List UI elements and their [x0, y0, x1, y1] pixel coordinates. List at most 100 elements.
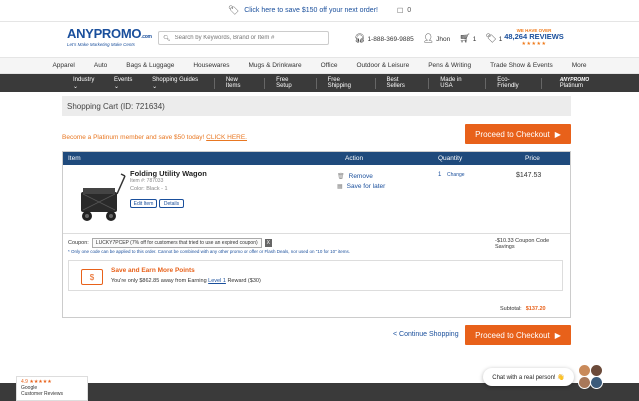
- logo-promo: PROMO: [93, 26, 142, 41]
- subtotal: Subtotal: $137.20: [500, 306, 546, 312]
- subtotal-value: $137.20: [525, 306, 546, 312]
- rewards-text: You're only $862.85 away from Earning Le…: [111, 278, 261, 284]
- product-item-number: Item #: 787033: [130, 178, 164, 184]
- product-image[interactable]: [73, 172, 127, 227]
- avatar: [590, 376, 603, 389]
- phone-link[interactable]: 🎧︎ 1-888-369-9885: [354, 33, 414, 44]
- nav-guides[interactable]: Shopping Guides ⌄: [145, 77, 210, 90]
- product-color: Color: Black - 1: [130, 186, 168, 192]
- cat-auto[interactable]: Auto: [84, 62, 116, 69]
- checkout-button-top[interactable]: Proceed to Checkout ▶: [465, 124, 571, 144]
- nav-divider: [485, 77, 487, 89]
- secondary-nav: Industry ⌄ Events ⌄ Shopping Guides ⌄ Ne…: [0, 74, 639, 92]
- coupon-savings: -$10.33 Coupon Code Savings: [495, 238, 550, 250]
- col-quantity: Quantity: [438, 155, 463, 162]
- account-link[interactable]: 👤︎ Jhon: [423, 33, 451, 44]
- category-nav: Apparel Auto Bags & Luggage Housewares M…: [0, 57, 639, 74]
- nav-eco[interactable]: Eco-Friendly: [490, 77, 536, 89]
- product-name[interactable]: Folding Utility Wagon: [130, 169, 207, 178]
- nav-industry[interactable]: Industry ⌄: [66, 77, 107, 90]
- chat-bubble[interactable]: Chat with a real person! 👋: [483, 368, 574, 386]
- header: ANYPROMO.com Let's Make Marketing Make C…: [0, 22, 639, 56]
- reviews-badge[interactable]: WE HAVE OVER 48,264 REVIEWS ★★★★★: [502, 28, 566, 50]
- cat-tradeshow[interactable]: Trade Show & Events: [481, 62, 563, 69]
- search-input[interactable]: [174, 35, 328, 41]
- trash-icon: 🗑︎: [337, 174, 345, 180]
- top-promo-link[interactable]: Click here to save $150 off your next or…: [244, 7, 378, 14]
- cat-outdoor[interactable]: Outdoor & Leisure: [347, 62, 419, 69]
- google-reviews-widget[interactable]: 4.9 ★★★★★ Google Customer Reviews: [16, 376, 88, 401]
- play-arrow-icon: ▶: [554, 330, 561, 340]
- chat-avatars[interactable]: [576, 364, 604, 390]
- tag-icon: 🏷: [227, 5, 240, 15]
- checkout-label: Proceed to Checkout: [475, 330, 550, 340]
- coupon-code: LUCKY7PCEP (7% off for customers that tr…: [91, 238, 262, 248]
- nav-divider: [428, 77, 430, 89]
- nav-new-items[interactable]: New Items: [219, 77, 260, 89]
- headset-icon: 🎧︎: [354, 33, 366, 43]
- search-box[interactable]: 🔍︎: [158, 31, 329, 45]
- nav-free-shipping[interactable]: Free Shipping: [321, 77, 371, 89]
- nav-divider: [540, 77, 542, 89]
- col-item: Item: [68, 155, 81, 162]
- cat-housewares[interactable]: Housewares: [184, 62, 239, 69]
- reward-level-link[interactable]: Level 1: [208, 278, 226, 284]
- top-promo-bar: 🏷 Click here to save $150 off your next …: [0, 0, 639, 22]
- remove-button[interactable]: 🗑︎ Remove: [337, 173, 373, 180]
- saved-link[interactable]: 🏷︎ 1: [485, 33, 502, 44]
- cat-mugs[interactable]: Mugs & Drinkware: [239, 62, 311, 69]
- edit-item-button[interactable]: Edit Item: [130, 199, 157, 208]
- cat-office[interactable]: Office: [311, 62, 347, 69]
- cat-bags[interactable]: Bags & Luggage: [117, 62, 184, 69]
- google-reviews-label: Customer Reviews: [21, 391, 63, 397]
- save-icon: ▦: [337, 184, 343, 190]
- coupon-label: Coupon:: [68, 240, 89, 246]
- remove-coupon-button[interactable]: X: [264, 239, 272, 247]
- nav-divider: [213, 77, 215, 89]
- coupon-row: Coupon: LUCKY7PCEP (7% off for customers…: [68, 238, 272, 248]
- rewards-box: $ Save and Earn More Points You're only …: [68, 260, 563, 291]
- promo-link[interactable]: CLICK HERE.: [206, 134, 247, 141]
- rewards-icon: $: [81, 269, 103, 285]
- platinum-promo: Become a Platinum member and save $50 to…: [62, 134, 247, 141]
- save-for-later-button[interactable]: ▦ Save for later: [337, 183, 385, 190]
- cart-table: Item Action Quantity Price Folding Utili…: [62, 151, 571, 318]
- inbox-icon: ☐: [396, 7, 404, 15]
- cat-pens[interactable]: Pens & Writing: [419, 62, 481, 69]
- nav-events[interactable]: Events ⌄: [107, 77, 145, 90]
- change-quantity-link[interactable]: Change: [447, 172, 465, 178]
- nav-platinum-label: Platinum: [559, 83, 584, 89]
- reviews-count: 48,264 REVIEWS: [504, 32, 564, 41]
- details-button[interactable]: Details: [159, 199, 184, 208]
- nav-divider: [374, 77, 376, 89]
- checkout-button-bottom[interactable]: Proceed to Checkout ▶: [465, 325, 571, 345]
- remove-label: Remove: [348, 173, 373, 180]
- cart-icon: 🛒︎: [459, 33, 471, 43]
- logo-tagline: Let's Make Marketing Make Cents: [67, 42, 135, 47]
- nav-free-setup[interactable]: Free Setup: [269, 77, 312, 89]
- nav-made-usa[interactable]: Made in USA: [433, 77, 481, 89]
- subtotal-label: Subtotal:: [500, 306, 522, 312]
- continue-shopping-link[interactable]: < Continue Shopping: [393, 331, 459, 338]
- product-price: $147.53: [516, 172, 542, 179]
- nav-divider: [264, 77, 266, 89]
- nav-platinum[interactable]: ANYPROMO Platinum: [546, 77, 639, 89]
- table-header: Item Action Quantity Price: [63, 152, 570, 165]
- cat-apparel[interactable]: Apparel: [43, 62, 84, 69]
- inbox-button[interactable]: ☐ 0: [397, 7, 411, 15]
- checkout-label: Proceed to Checkout: [475, 129, 550, 139]
- quantity-cell: 1 Change: [438, 172, 465, 178]
- promo-text: Become a Platinum member and save $50 to…: [62, 134, 205, 141]
- search-icon: 🔍︎: [163, 35, 171, 42]
- nav-best-sellers[interactable]: Best Sellers: [380, 77, 425, 89]
- quantity-value: 1: [438, 172, 442, 178]
- cart-link[interactable]: 🛒︎ 1: [459, 33, 476, 44]
- logo[interactable]: ANYPROMO.com Let's Make Marketing Make C…: [67, 26, 152, 52]
- tag-icon: 🏷︎: [485, 33, 497, 43]
- user-icon: 👤︎: [422, 33, 435, 43]
- rewards-title: Save and Earn More Points: [111, 267, 195, 274]
- nav-divider: [315, 77, 317, 89]
- reviews-stars: ★★★★★: [521, 41, 547, 47]
- play-arrow-icon: ▶: [554, 129, 561, 139]
- cat-more[interactable]: More: [562, 62, 596, 69]
